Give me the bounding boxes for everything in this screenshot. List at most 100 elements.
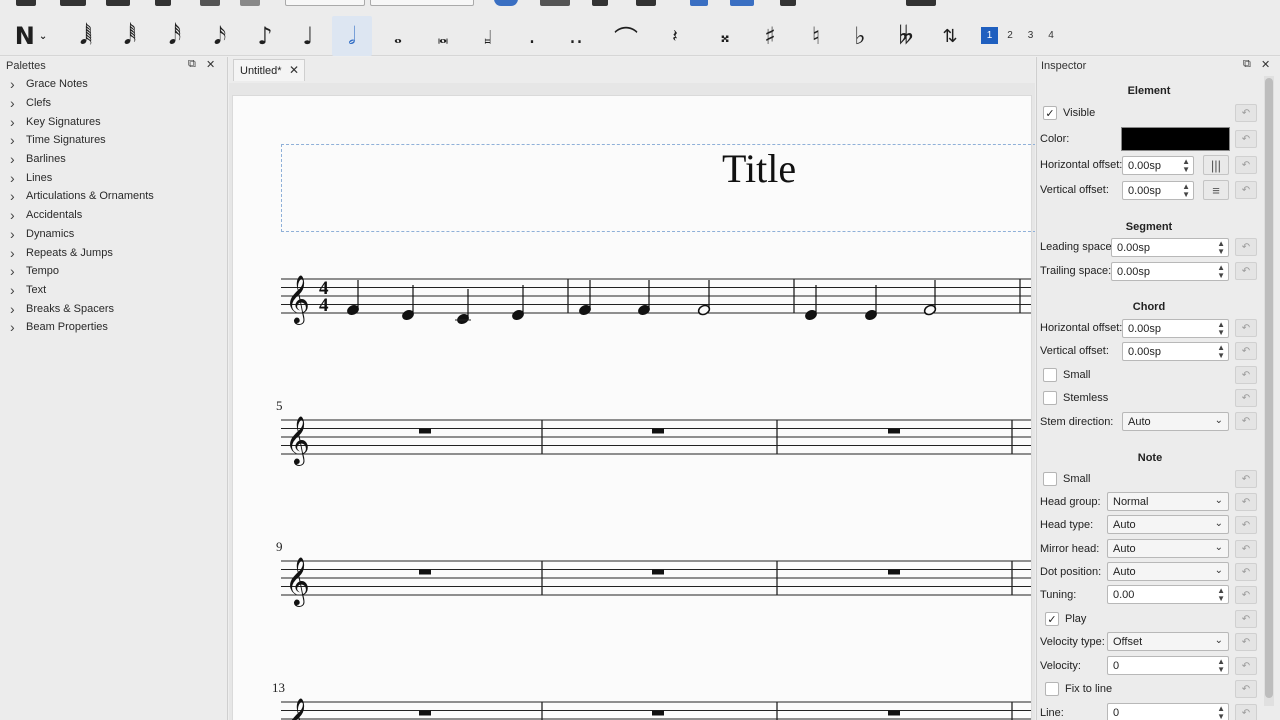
double-dot-icon[interactable]: ..	[556, 16, 596, 56]
loop-icon[interactable]	[636, 0, 656, 6]
rewind-icon[interactable]	[540, 0, 570, 6]
64th-note-button[interactable]: 𝅘𝅥𝅱	[110, 16, 150, 56]
v-align-icon[interactable]: ≡	[1203, 180, 1229, 200]
palette-item[interactable]: › Text	[0, 281, 227, 300]
chord-small-checkbox[interactable]	[1043, 368, 1057, 382]
reset-icon[interactable]: ↶	[1235, 238, 1257, 256]
trailing-space-input[interactable]: 0.00sp ▲ ▼	[1111, 262, 1229, 281]
new-score-icon[interactable]	[16, 0, 36, 6]
loop-out-icon[interactable]	[730, 0, 754, 6]
reset-icon[interactable]: ↶	[1235, 563, 1257, 581]
reset-icon[interactable]: ↶	[1235, 181, 1257, 199]
voice-3-button[interactable]: 3	[1022, 27, 1039, 44]
palette-item[interactable]: › Lines	[0, 168, 227, 187]
float-panel-icon[interactable]: ⧉	[188, 58, 196, 71]
voice-2-button[interactable]: 2	[1002, 27, 1019, 44]
metronome-icon[interactable]	[780, 0, 796, 6]
time-signature-bottom[interactable]: 4	[319, 295, 329, 316]
playback-icon[interactable]	[494, 0, 518, 6]
reset-icon[interactable]: ↶	[1235, 342, 1257, 360]
score-canvas[interactable]: Title 𝄞𝄞𝄞𝄞44 5 9 13	[229, 83, 1035, 720]
double-whole-note-button[interactable]: 𝅜	[423, 16, 463, 56]
float-panel-icon[interactable]: ⧉	[1243, 58, 1251, 71]
redo-icon[interactable]	[240, 0, 260, 6]
whole-rest[interactable]	[888, 710, 900, 716]
palette-item[interactable]: › Barlines	[0, 150, 227, 169]
whole-note-button[interactable]: 𝅝	[378, 16, 418, 56]
play-checkbox[interactable]: ✓	[1045, 612, 1059, 626]
close-tab-icon[interactable]: ✕	[289, 63, 299, 77]
inspector-scroll-thumb[interactable]	[1265, 78, 1273, 698]
tuning-input[interactable]: 0.00 ▲ ▼	[1107, 585, 1229, 604]
whole-rest[interactable]	[652, 569, 664, 575]
longa-button[interactable]: 𝆷	[468, 16, 508, 56]
rest-icon[interactable]: 𝄽	[655, 16, 695, 56]
reset-icon[interactable]: ↶	[1235, 319, 1257, 337]
tab-untitled[interactable]: Untitled* ✕	[233, 59, 305, 81]
zoom-field[interactable]	[285, 0, 365, 6]
voice-1-button[interactable]: 1	[981, 27, 998, 44]
loop-in-icon[interactable]	[690, 0, 708, 6]
palette-item[interactable]: › Beam Properties	[0, 318, 227, 337]
reset-icon[interactable]: ↶	[1235, 680, 1257, 698]
reset-icon[interactable]: ↶	[1235, 633, 1257, 651]
reset-icon[interactable]: ↶	[1235, 470, 1257, 488]
color-swatch[interactable]	[1121, 127, 1230, 151]
close-icon[interactable]: ✕	[1261, 58, 1270, 71]
quarter-note-button[interactable]: ♩	[288, 16, 328, 56]
reset-icon[interactable]: ↶	[1235, 412, 1257, 430]
palette-item[interactable]: › Time Signatures	[0, 131, 227, 150]
reset-icon[interactable]: ↶	[1235, 516, 1257, 534]
h-offset-input[interactable]: 0.00sp ▲ ▼	[1122, 156, 1194, 175]
128th-note-button[interactable]: 𝅘𝅥𝅲	[66, 16, 106, 56]
visible-checkbox[interactable]: ✓	[1043, 106, 1057, 120]
close-icon[interactable]: ✕	[206, 58, 215, 71]
augmentation-dot-icon[interactable]: .	[512, 16, 552, 56]
16th-note-button[interactable]: 𝅘𝅥𝅯	[200, 16, 240, 56]
head-group-select[interactable]: Normal ⌄	[1107, 492, 1229, 511]
chord-h-offset-input[interactable]: 0.00sp ▲ ▼	[1122, 319, 1229, 338]
sharp-icon[interactable]: ♯	[750, 16, 790, 56]
fix-to-line-checkbox[interactable]	[1045, 682, 1059, 696]
palette-item[interactable]: › Repeats & Jumps	[0, 243, 227, 262]
palette-item[interactable]: › Articulations & Ornaments	[0, 187, 227, 206]
treble-clef[interactable]: 𝄞	[285, 697, 310, 720]
note-small-checkbox[interactable]	[1043, 472, 1057, 486]
chord-v-offset-input[interactable]: 0.00sp ▲ ▼	[1122, 342, 1229, 361]
palette-item[interactable]: › Dynamics	[0, 225, 227, 244]
open-icon[interactable]	[60, 0, 86, 6]
treble-clef[interactable]: 𝄞	[285, 556, 310, 607]
note-input-mode-button[interactable]: N ⌄	[8, 16, 54, 56]
stem-direction-select[interactable]: Auto ⌄	[1122, 412, 1229, 431]
image-capture-icon[interactable]	[906, 0, 936, 6]
reset-icon[interactable]: ↶	[1235, 493, 1257, 511]
half-note-button[interactable]: 𝅗𝅥	[332, 16, 372, 56]
reset-icon[interactable]: ↶	[1235, 366, 1257, 384]
reset-icon[interactable]: ↶	[1235, 104, 1257, 122]
palette-item[interactable]: › Key Signatures	[0, 112, 227, 131]
play-icon[interactable]	[592, 0, 608, 6]
undo-icon[interactable]	[200, 0, 220, 6]
reset-icon[interactable]: ↶	[1235, 704, 1257, 720]
treble-clef[interactable]: 𝄞	[285, 415, 310, 466]
reset-icon[interactable]: ↶	[1235, 586, 1257, 604]
flip-direction-icon[interactable]: ⇅	[930, 16, 970, 56]
reset-icon[interactable]: ↶	[1235, 657, 1257, 675]
view-mode-select[interactable]	[370, 0, 474, 6]
score-page[interactable]: Title 𝄞𝄞𝄞𝄞44 5 9 13	[232, 95, 1035, 720]
whole-rest[interactable]	[419, 569, 431, 575]
natural-icon[interactable]: ♮	[796, 16, 836, 56]
whole-rest[interactable]	[419, 710, 431, 716]
double-sharp-icon[interactable]: 𝄪	[705, 16, 745, 56]
stemless-checkbox[interactable]	[1043, 391, 1057, 405]
reset-icon[interactable]: ↶	[1235, 130, 1257, 148]
save-icon[interactable]	[106, 0, 130, 6]
whole-rest[interactable]	[652, 710, 664, 716]
tie-icon[interactable]: ⌒	[606, 16, 646, 56]
palette-item[interactable]: › Grace Notes	[0, 75, 227, 94]
velocity-type-select[interactable]: Offset ⌄	[1107, 632, 1229, 651]
palette-item[interactable]: › Accidentals	[0, 206, 227, 225]
h-align-icon[interactable]: |||	[1203, 155, 1229, 175]
reset-icon[interactable]: ↶	[1235, 262, 1257, 280]
whole-rest[interactable]	[888, 569, 900, 575]
